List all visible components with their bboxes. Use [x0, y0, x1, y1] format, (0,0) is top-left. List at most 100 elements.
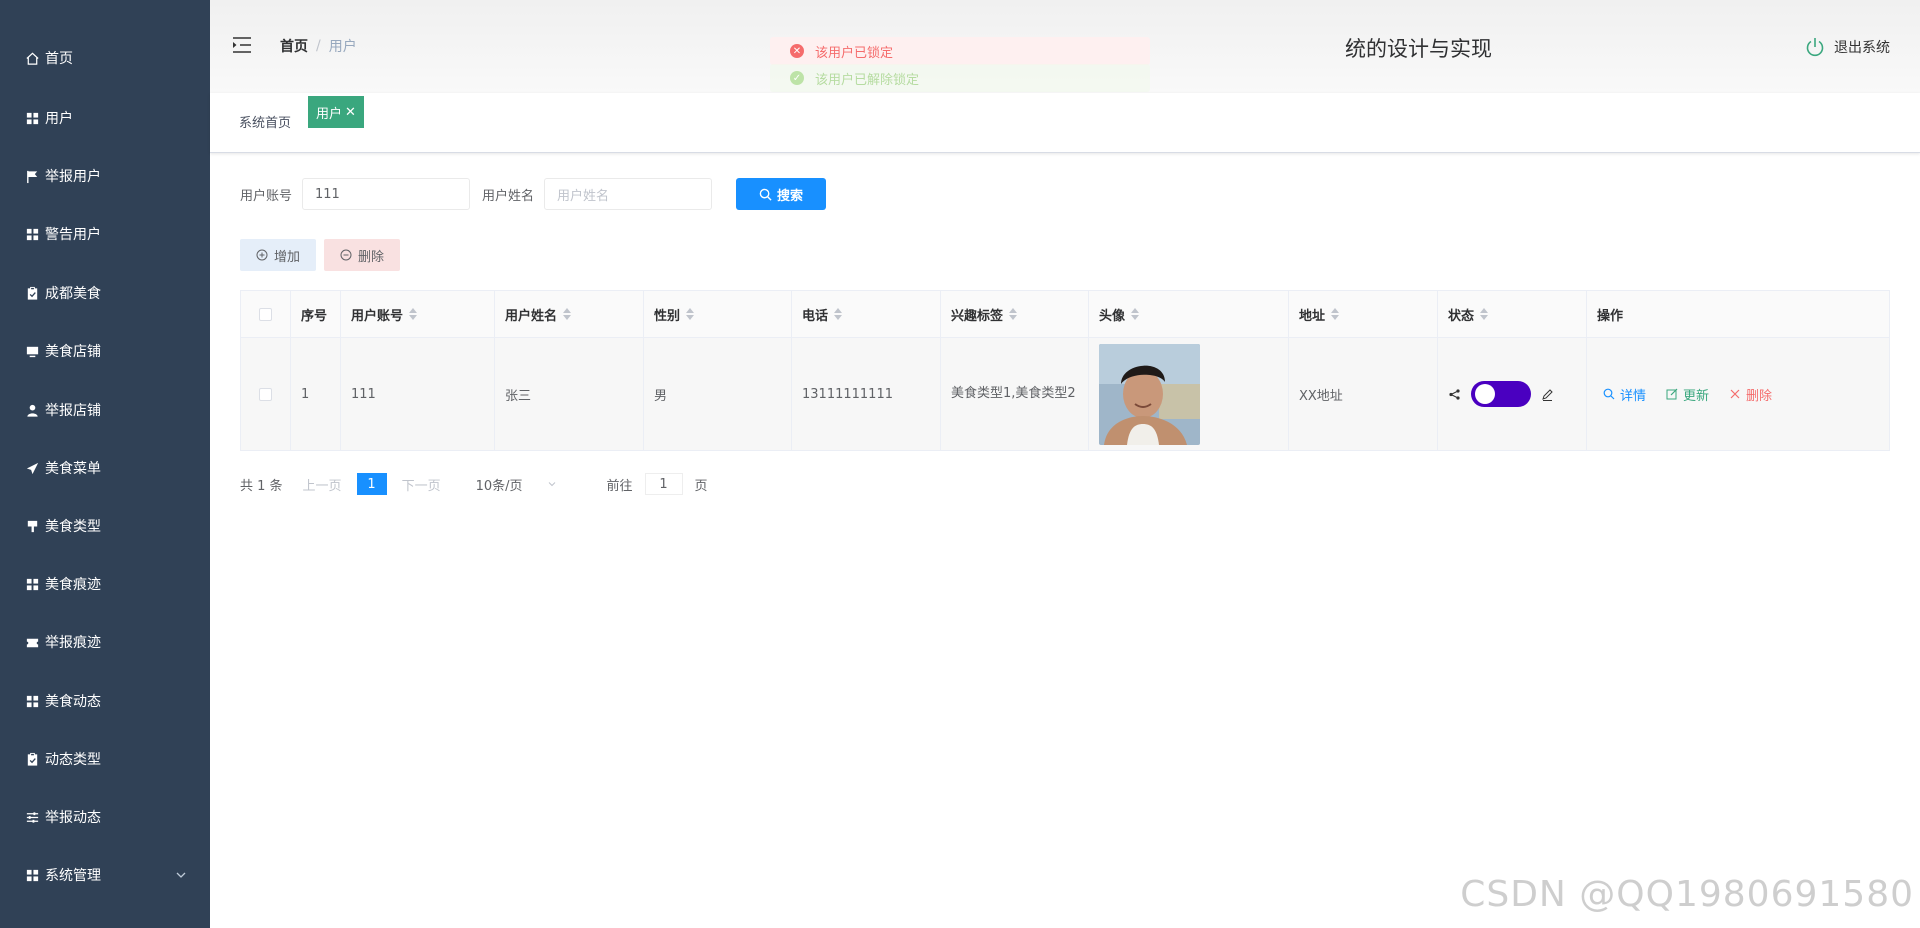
user-icon [24, 402, 40, 418]
tag-users-active[interactable]: 用户 ✕ [308, 96, 364, 128]
success-toast: ✓ 该用户已解除锁定 [770, 64, 1150, 92]
col-header-actions: 操作 [1587, 291, 1889, 337]
sidebar-item-label: 美食菜单 [45, 461, 101, 477]
users-table: 序号 用户账号 用户姓名 性别 电话 兴趣标签 头像 地址 状态 操作 1 11… [240, 290, 1890, 451]
goto-page-input[interactable]: 1 [644, 473, 683, 495]
update-button[interactable]: 更新 [1666, 385, 1709, 404]
sort-icon[interactable] [686, 308, 695, 320]
close-icon [1730, 389, 1740, 399]
sidebar-item-food-types[interactable]: 美食类型 [0, 506, 210, 546]
brush-icon [24, 518, 40, 534]
col-header-avatar[interactable]: 头像 [1089, 291, 1289, 337]
watermark: CSDN @QQ1980691580 [1460, 874, 1914, 915]
table-header: 序号 用户账号 用户姓名 性别 电话 兴趣标签 头像 地址 状态 操作 [241, 291, 1889, 338]
sort-icon[interactable] [834, 308, 843, 320]
sidebar-item-label: 用户 [45, 111, 73, 127]
sort-icon[interactable] [1480, 308, 1489, 320]
flag-icon [24, 168, 40, 184]
edit-pen-icon [1542, 388, 1553, 401]
cell-avatar [1089, 338, 1289, 450]
breadcrumb-current: 用户 [328, 39, 357, 55]
breadcrumb-home[interactable]: 首页 [280, 36, 308, 56]
row-select[interactable] [241, 338, 291, 450]
hamburger-icon[interactable] [232, 36, 252, 54]
grid-icon [24, 867, 40, 883]
monitor-icon [24, 343, 40, 359]
row-delete-label: 删除 [1746, 388, 1773, 404]
col-header-label: 操作 [1597, 308, 1624, 324]
close-icon[interactable]: ✕ [345, 105, 356, 120]
next-page-button[interactable]: 下一页 [402, 475, 441, 494]
sidebar-item-users[interactable]: 用户 [0, 98, 210, 138]
send-icon [24, 460, 40, 476]
page-number-active[interactable]: 1 [356, 473, 387, 495]
sidebar-item-report-posts[interactable]: 举报动态 [0, 797, 210, 837]
cell-no: 1 [291, 338, 341, 450]
avatar[interactable] [1099, 343, 1200, 445]
col-header-label: 用户姓名 [505, 308, 558, 324]
detail-label: 详情 [1620, 388, 1647, 404]
sidebar-item-label: 警告用户 [45, 227, 101, 243]
col-header-status[interactable]: 状态 [1438, 291, 1587, 337]
logout-button[interactable]: 退出系统 [1804, 36, 1890, 58]
prev-page-button[interactable]: 上一页 [303, 475, 342, 494]
tag-system-home[interactable]: 系统首页 [239, 111, 291, 137]
row-delete-button[interactable]: 删除 [1729, 385, 1772, 404]
sidebar-item-label: 美食店铺 [45, 344, 101, 360]
goto-unit: 页 [694, 478, 708, 494]
sidebar-item-label: 成都美食 [45, 286, 101, 302]
col-header-address[interactable]: 地址 [1289, 291, 1438, 337]
sidebar-item-label: 举报痕迹 [45, 635, 101, 651]
sidebar-item-food-traces[interactable]: 美食痕迹 [0, 564, 210, 604]
sidebar-item-system-management[interactable]: 系统管理 [0, 855, 210, 895]
checkbox[interactable] [259, 307, 272, 321]
success-toast-text: 该用户已解除锁定 [815, 72, 920, 88]
sidebar-item-label: 美食痕迹 [45, 577, 101, 593]
col-header-no: 序号 [291, 291, 341, 337]
status-toggle[interactable] [1471, 381, 1531, 407]
account-label: 用户账号 [240, 188, 293, 204]
sidebar-item-report-users[interactable]: 举报用户 [0, 156, 210, 196]
sidebar-item-label: 首页 [45, 51, 73, 67]
cell-address: XX地址 [1289, 338, 1438, 450]
sidebar-item-chengdu-food[interactable]: 成都美食 [0, 273, 210, 313]
col-header-label: 性别 [654, 308, 681, 324]
sidebar-item-label: 举报店铺 [45, 403, 101, 419]
add-button[interactable]: 增加 [240, 239, 316, 271]
sidebar-item-home[interactable]: 首页 [0, 38, 210, 78]
sidebar-item-warn-users[interactable]: 警告用户 [0, 214, 210, 254]
minus-circle-icon [340, 249, 352, 261]
name-search-input[interactable]: 用户姓名 [544, 178, 713, 210]
sort-icon[interactable] [1131, 308, 1140, 320]
col-header-label: 电话 [802, 308, 829, 324]
system-title: 统的设计与实现 [1345, 37, 1492, 61]
checkbox[interactable] [259, 387, 272, 401]
sort-icon[interactable] [1009, 308, 1018, 320]
sidebar-item-food-menu[interactable]: 美食菜单 [0, 448, 210, 488]
col-header-tags[interactable]: 兴趣标签 [941, 291, 1089, 337]
col-header-sex[interactable]: 性别 [644, 291, 792, 337]
header-select-all[interactable] [241, 291, 291, 337]
search-button-label: 搜索 [777, 188, 804, 204]
chevron-down-icon [176, 872, 186, 878]
account-search-input[interactable]: 111 [302, 178, 471, 210]
col-header-phone[interactable]: 电话 [792, 291, 941, 337]
sort-icon[interactable] [409, 308, 418, 320]
sidebar-item-report-shops[interactable]: 举报店铺 [0, 390, 210, 430]
sort-icon[interactable] [1331, 308, 1340, 320]
col-header-account[interactable]: 用户账号 [341, 291, 495, 337]
sort-icon[interactable] [563, 308, 572, 320]
sidebar-item-post-types[interactable]: 动态类型 [0, 739, 210, 779]
detail-button[interactable]: 详情 [1603, 385, 1646, 404]
search-button[interactable]: 搜索 [736, 178, 827, 210]
col-header-name[interactable]: 用户姓名 [495, 291, 644, 337]
add-button-label: 增加 [273, 249, 300, 265]
sidebar-item-food-shops[interactable]: 美食店铺 [0, 331, 210, 371]
sidebar-item-report-traces[interactable]: 举报痕迹 [0, 622, 210, 662]
page-size-select[interactable]: 10条/页 [476, 475, 557, 494]
pagination-total: 共 1 条 [240, 478, 283, 494]
cell-phone: 13111111111 [792, 338, 941, 450]
batch-delete-button[interactable]: 删除 [324, 239, 400, 271]
logout-label: 退出系统 [1834, 40, 1890, 56]
sidebar-item-food-posts[interactable]: 美食动态 [0, 681, 210, 721]
